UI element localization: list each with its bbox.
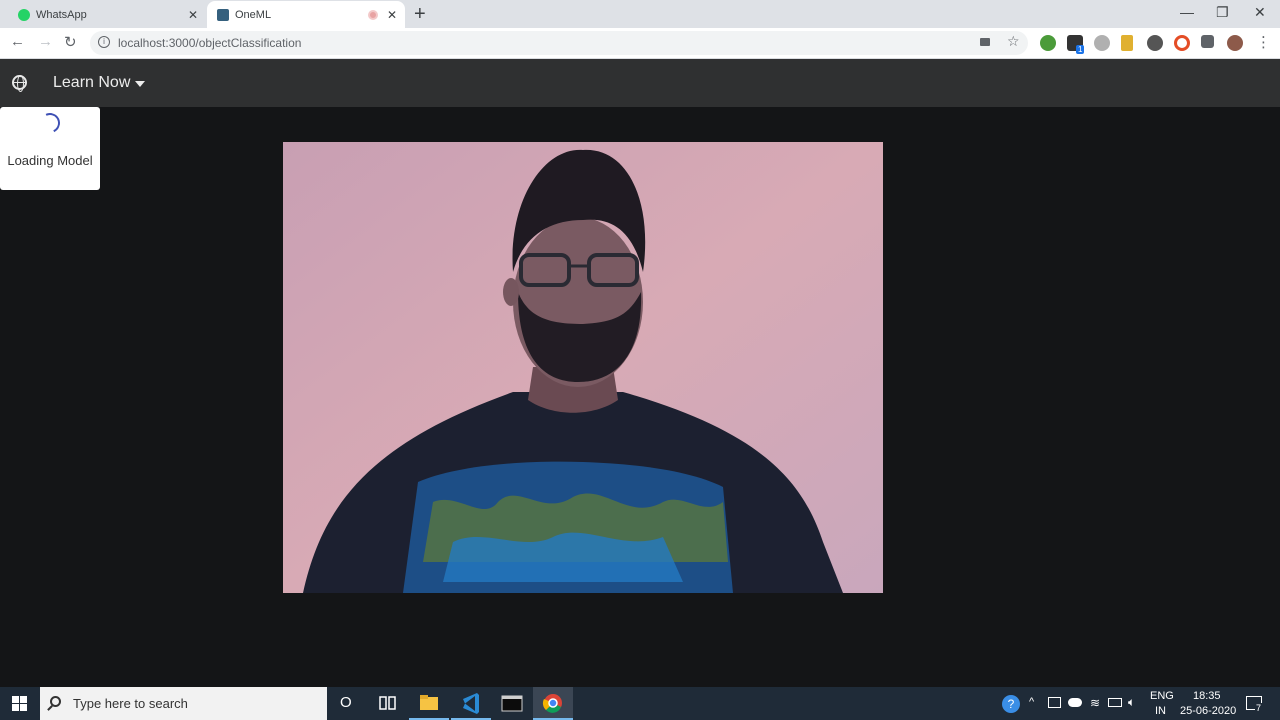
profile-avatar[interactable]: [1227, 35, 1243, 51]
search-placeholder: Type here to search: [73, 696, 188, 711]
tab-oneml[interactable]: OneML ✕: [207, 1, 405, 28]
volume-icon[interactable]: 🔈︎: [1128, 695, 1135, 710]
windows-start-icon[interactable]: [12, 696, 27, 711]
camera-in-use-icon[interactable]: [980, 38, 990, 46]
oneml-favicon-icon: [217, 8, 229, 21]
clock-date[interactable]: 25-06-2020: [1180, 705, 1236, 717]
forward-button[interactable]: →: [38, 33, 53, 50]
wifi-icon[interactable]: ≋: [1090, 696, 1100, 710]
webcam-image: [283, 142, 883, 593]
app-header: Learn Now: [0, 59, 1280, 107]
task-view-icon[interactable]: [368, 687, 408, 720]
globe-icon[interactable]: [12, 75, 27, 92]
caret-down-icon[interactable]: [135, 81, 145, 87]
extension-badge: 1: [1076, 45, 1085, 54]
windows-taskbar: Type here to search O ? ^ ≋ 🔈︎ ENG IN 18…: [0, 687, 1280, 720]
address-bar[interactable]: i localhost:3000/objectClassification ☆: [90, 31, 1028, 55]
terminal-icon[interactable]: [492, 687, 532, 720]
back-button[interactable]: ←: [10, 33, 25, 50]
onedrive-icon[interactable]: [1068, 698, 1082, 707]
browser-toolbar: ← → ↻ i localhost:3000/objectClassificat…: [0, 28, 1280, 59]
recording-indicator-icon: [368, 10, 378, 20]
tab-title: OneML: [235, 8, 272, 21]
site-info-icon[interactable]: i: [98, 36, 110, 48]
language-bottom[interactable]: IN: [1155, 705, 1166, 717]
bookmark-star-icon[interactable]: ☆: [1007, 33, 1020, 50]
extension-icon[interactable]: [1094, 35, 1110, 51]
extension-icon[interactable]: [1147, 35, 1163, 51]
tab-close-icon[interactable]: ✕: [188, 8, 198, 22]
clock-time[interactable]: 18:35: [1193, 690, 1221, 702]
extension-icon[interactable]: [1174, 35, 1190, 51]
extensions-puzzle-icon[interactable]: [1201, 35, 1214, 48]
cortana-icon[interactable]: O: [340, 694, 352, 711]
battery-icon[interactable]: [1108, 698, 1122, 707]
extension-icon[interactable]: [1040, 35, 1056, 51]
chevron-up-icon[interactable]: ^: [1029, 696, 1034, 708]
security-icon[interactable]: [1048, 697, 1061, 708]
taskbar-search[interactable]: Type here to search: [40, 687, 327, 720]
new-tab-button[interactable]: +: [414, 3, 426, 26]
tab-close-icon[interactable]: ✕: [387, 8, 397, 22]
language-top[interactable]: ENG: [1150, 690, 1174, 702]
tab-title: WhatsApp: [36, 8, 87, 21]
chrome-icon[interactable]: [533, 687, 573, 720]
vscode-icon[interactable]: [451, 687, 491, 720]
minimize-button[interactable]: —: [1180, 4, 1194, 20]
extension-icon[interactable]: [1121, 35, 1133, 51]
reload-button[interactable]: ↻: [64, 33, 77, 51]
help-icon[interactable]: ?: [1002, 695, 1020, 713]
browser-menu-icon[interactable]: ⋮: [1256, 33, 1271, 51]
address-url[interactable]: localhost:3000/objectClassification: [118, 36, 301, 50]
learn-now-menu[interactable]: Learn Now: [53, 74, 130, 92]
tab-strip: WhatsApp ✕ OneML ✕ + — ❐ ✕: [0, 0, 1280, 28]
loading-card: Loading Model: [0, 107, 100, 190]
webcam-feed: [283, 142, 883, 593]
spinner-icon: [37, 110, 63, 136]
file-explorer-icon[interactable]: [409, 687, 449, 720]
whatsapp-icon: [18, 8, 30, 21]
restore-button[interactable]: ❐: [1216, 4, 1229, 21]
loading-text: Loading Model: [7, 153, 93, 168]
window-close-button[interactable]: ✕: [1254, 4, 1266, 21]
notification-count: 7: [1255, 703, 1263, 713]
tab-whatsapp[interactable]: WhatsApp ✕: [0, 1, 206, 28]
search-icon: [50, 696, 61, 707]
